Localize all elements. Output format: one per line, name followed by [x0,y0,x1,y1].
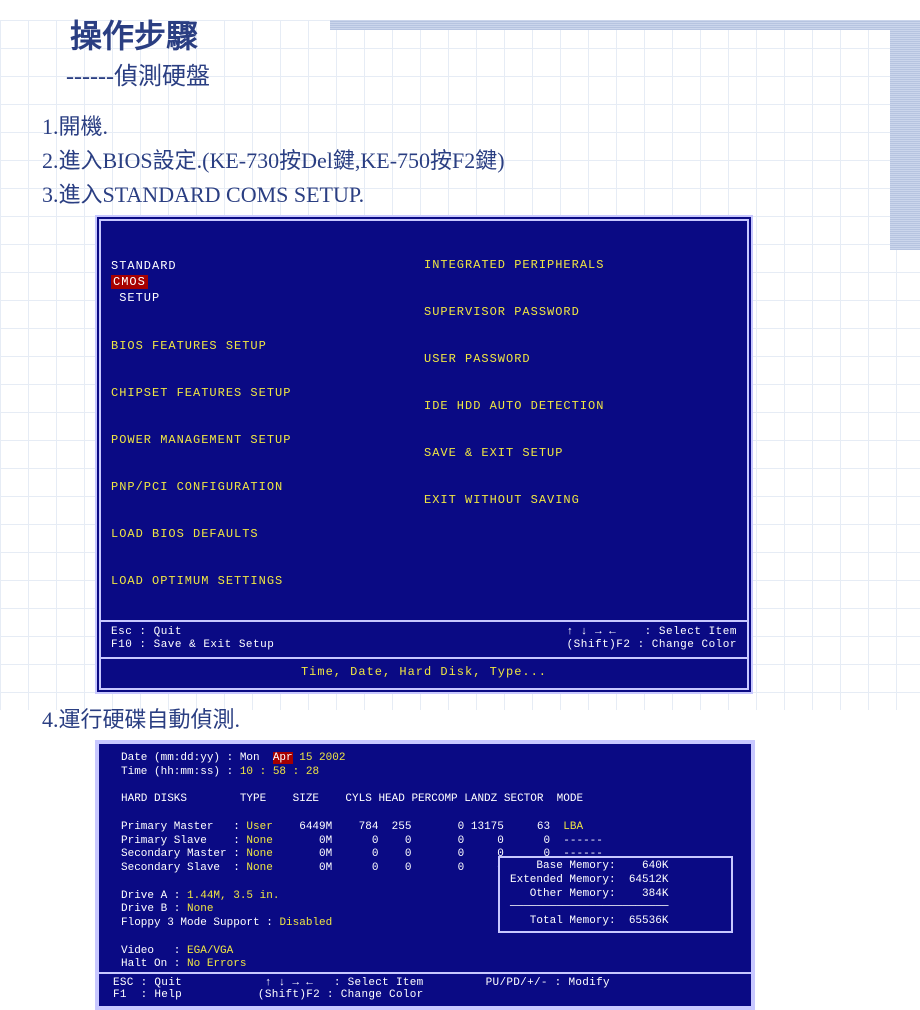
bios-menu-left: STANDARD CMOS SETUP BIOS FEATURES SETUP … [111,227,424,620]
cmos-help-bar: ESC : Quit ↑ ↓ → ← : Select Item PU/PD/+… [99,972,751,1006]
menu-item-integrated-periph[interactable]: INTEGRATED PERIPHERALS [424,257,737,274]
bios-hint: Time, Date, Hard Disk, Type... [101,657,747,688]
cmos-setup-screenshot: Date (mm:dd:yy) : Mon Apr 15 2002 Time (… [95,740,755,1010]
menu-item-load-bios-defaults[interactable]: LOAD BIOS DEFAULTS [111,526,424,543]
step-4: 4.運行硬碟自動偵測. [42,702,920,734]
step-3: 3.進入STANDARD COMS SETUP. [42,177,920,209]
menu-item-ide-auto-detect[interactable]: IDE HDD AUTO DETECTION [424,398,737,415]
step-1: 1.開機. [42,109,920,141]
memory-box: Base Memory: 640K Extended Memory: 64512… [498,856,733,933]
menu-item-supervisor-pwd[interactable]: SUPERVISOR PASSWORD [424,304,737,321]
menu-item-pnp-pci[interactable]: PNP/PCI CONFIGURATION [111,479,424,496]
menu-item-user-pwd[interactable]: USER PASSWORD [424,351,737,368]
help-left: Esc : Quit F10 : Save & Exit Setup [111,626,274,654]
bios-menu-screenshot: STANDARD CMOS SETUP BIOS FEATURES SETUP … [95,215,753,695]
page-subtitle: ------偵測硬盤 [66,56,920,91]
menu-item-bios-features[interactable]: BIOS FEATURES SETUP [111,338,424,355]
menu-item-exit-no-save[interactable]: EXIT WITHOUT SAVING [424,492,737,509]
menu-item-standard-cmos[interactable]: STANDARD CMOS SETUP [111,257,424,308]
page-title: 操作步驟 [70,20,920,54]
menu-item-power-mgmt[interactable]: POWER MANAGEMENT SETUP [111,432,424,449]
bios-menu-right: INTEGRATED PERIPHERALS SUPERVISOR PASSWO… [424,227,737,620]
menu-item-load-optimum[interactable]: LOAD OPTIMUM SETTINGS [111,573,424,590]
bios-help-bar: Esc : Quit F10 : Save & Exit Setup ↑ ↓ →… [101,620,747,658]
menu-item-chipset-features[interactable]: CHIPSET FEATURES SETUP [111,385,424,402]
menu-item-save-exit[interactable]: SAVE & EXIT SETUP [424,445,737,462]
help-right: ↑ ↓ → ← : Select Item (Shift)F2 : Change… [567,626,737,654]
step-2: 2.進入BIOS設定.(KE-730按Del鍵,KE-750按F2鍵) [42,143,920,175]
